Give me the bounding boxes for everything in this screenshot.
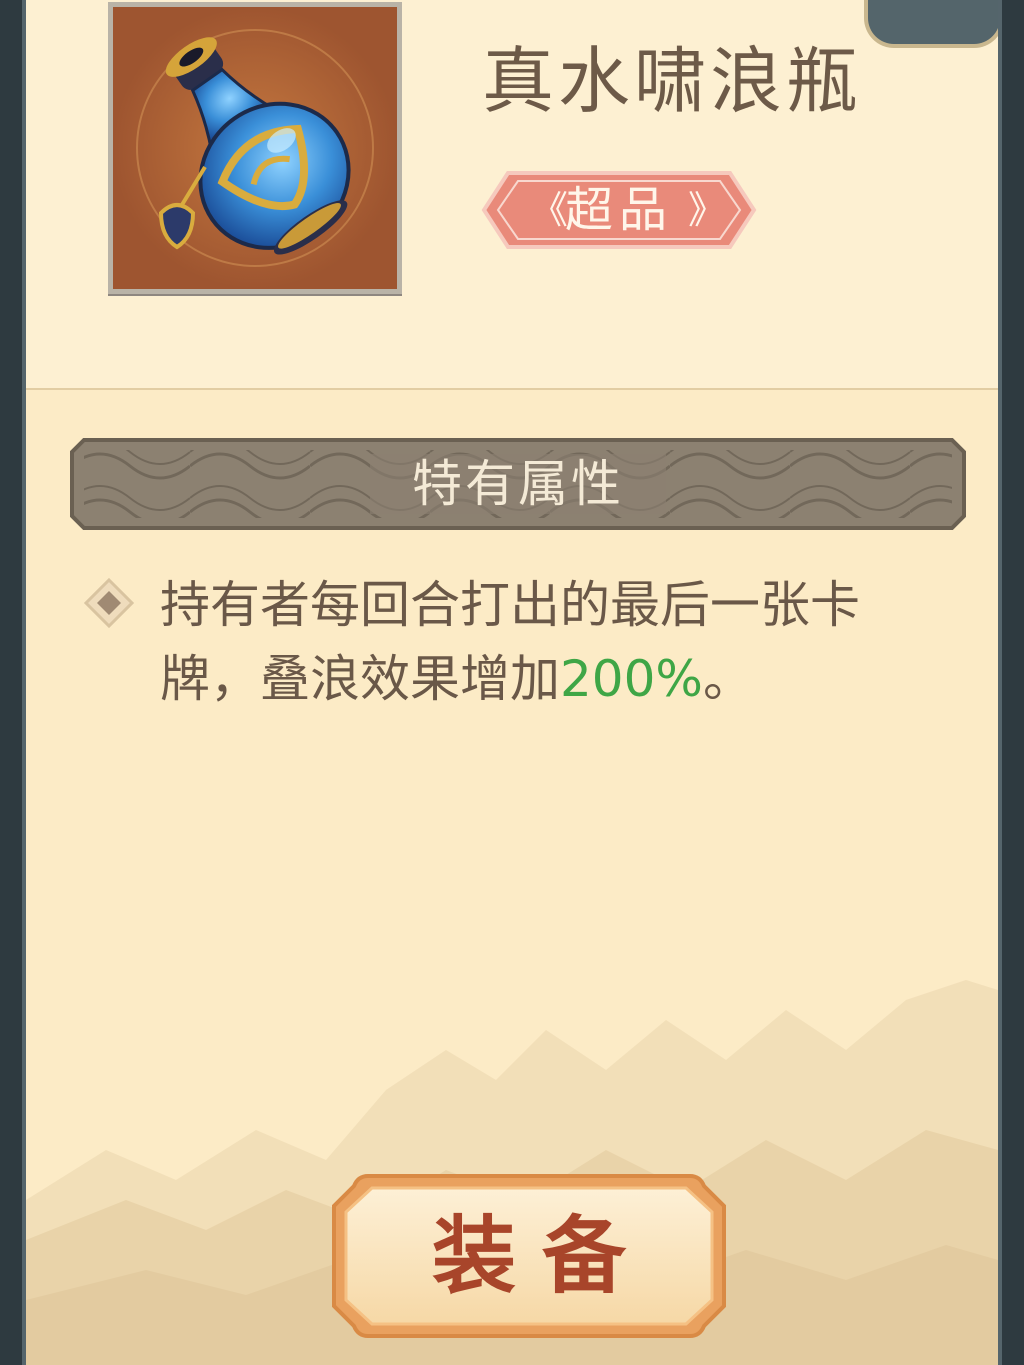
blue-porcelain-vase-icon xyxy=(113,7,397,289)
item-header: 真水啸浪瓶 《 》 超品 xyxy=(26,0,998,390)
rarity-badge: 《 》 超品 xyxy=(478,165,760,255)
attribute-value-highlight: 200% xyxy=(560,650,703,708)
section-header-special-attributes: 特有属性 xyxy=(70,436,966,532)
rarity-label: 超品 xyxy=(564,182,673,238)
equip-button-label: 装备 xyxy=(431,1206,652,1305)
attribute-text-end: 。 xyxy=(702,650,753,708)
close-tab[interactable] xyxy=(864,0,998,48)
item-icon-frame[interactable] xyxy=(108,2,402,294)
diamond-bullet-icon xyxy=(84,578,134,628)
section-title: 特有属性 xyxy=(412,455,624,513)
item-name: 真水啸浪瓶 xyxy=(482,39,863,123)
equip-button[interactable]: 装备 xyxy=(328,1170,730,1342)
attribute-text-main: 持有者每回合打出的最后一张卡牌，叠浪效果增加 xyxy=(160,576,860,708)
attribute-description: 持有者每回合打出的最后一张卡牌，叠浪效果增加200%。 xyxy=(160,568,950,716)
item-detail-panel: 真水啸浪瓶 《 》 超品 特有属性 持有者每回合打出的最后一张卡牌，叠浪效果增加… xyxy=(22,0,1002,1365)
